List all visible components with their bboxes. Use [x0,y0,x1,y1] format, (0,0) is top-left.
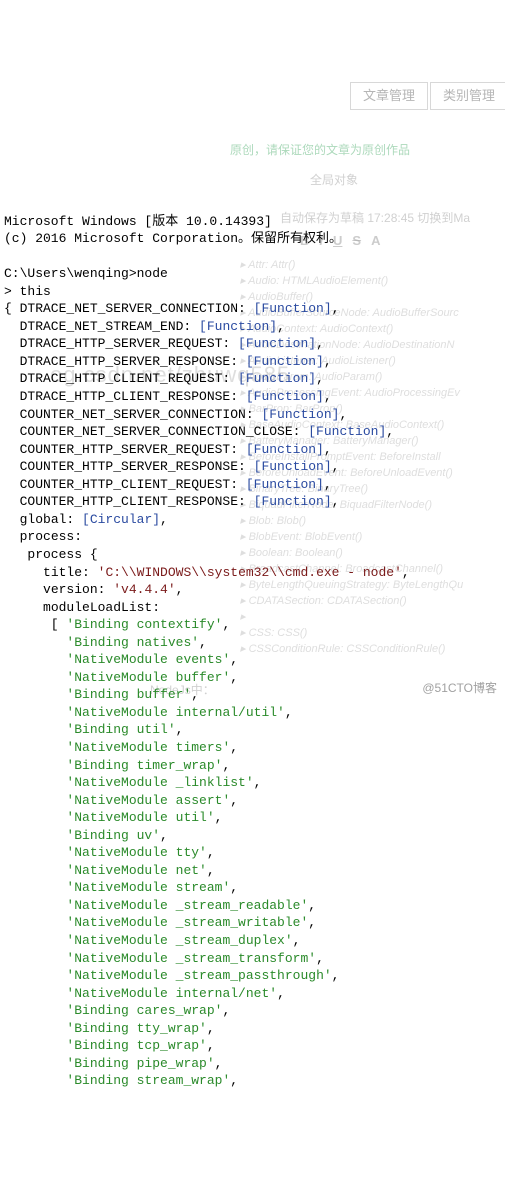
process-open: process { [27,547,97,562]
modlist-key-line: moduleLoadList: [43,600,160,615]
dtrace-block: { DTRACE_NET_SERVER_CONNECTION: [Functio… [4,301,394,509]
global-line: global: [Circular], [20,512,168,527]
header-line-2: (c) 2016 Microsoft Corporation。保留所有权利。 [4,231,342,246]
ghost-btn-category-mgmt: 类别管理 [430,82,505,110]
ghost-btn-article-mgmt: 文章管理 [350,82,428,110]
header-line-1: Microsoft Windows [版本 10.0.14393] [4,214,272,229]
ghost-original-notice: 原创，请保证您的文章为原创作品 [230,142,410,158]
process-key-line: process: [20,529,82,544]
title-line: title: 'C:\\WINDOWS\\system32\\cmd.exe -… [43,565,410,580]
version-line: version: 'v4.4.4', [43,582,183,597]
module-load-list: [ 'Binding contextify', 'Binding natives… [4,617,339,1088]
terminal-output: Microsoft Windows [版本 10.0.14393] (c) 20… [0,193,505,1092]
prompt-line: C:\Users\wenqing>node [4,266,168,281]
repl-input: > this [4,284,51,299]
ghost-target: 全局对象 [310,172,358,188]
